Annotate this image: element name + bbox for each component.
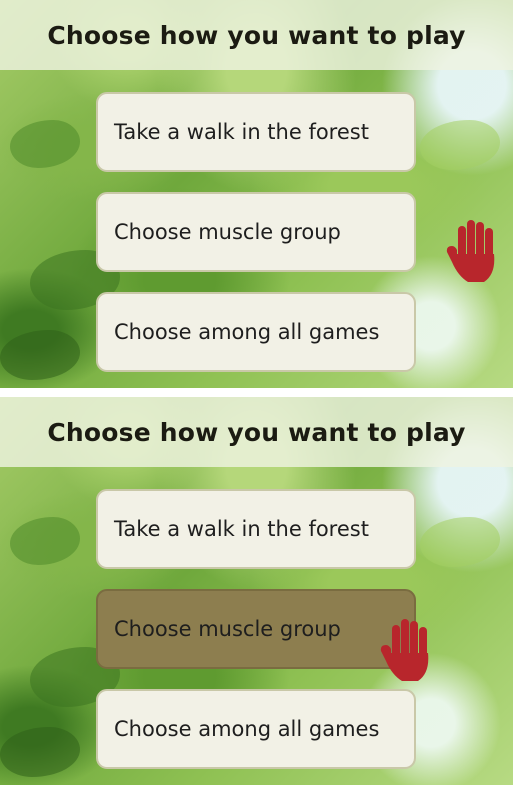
option-walk-in-forest[interactable]: Take a walk in the forest xyxy=(96,489,416,569)
menu-screen-hover: Choose how you want to play Take a walk … xyxy=(0,397,513,785)
hand-cursor-icon xyxy=(446,220,495,282)
forest-leaf xyxy=(420,517,500,567)
forest-leaf xyxy=(0,330,80,380)
forest-leaf xyxy=(0,727,80,777)
page-title: Choose how you want to play xyxy=(47,417,466,447)
option-choose-all-games[interactable]: Choose among all games xyxy=(96,689,416,769)
page-title: Choose how you want to play xyxy=(47,20,466,50)
hand-cursor-icon xyxy=(380,619,429,681)
forest-leaf xyxy=(420,120,500,170)
option-choose-muscle-group[interactable]: Choose muscle group xyxy=(96,589,416,669)
menu-screen-default: Choose how you want to play Take a walk … xyxy=(0,0,513,388)
title-bar: Choose how you want to play xyxy=(0,397,513,467)
option-choose-muscle-group[interactable]: Choose muscle group xyxy=(96,192,416,272)
forest-leaf xyxy=(10,120,80,168)
option-walk-in-forest[interactable]: Take a walk in the forest xyxy=(96,92,416,172)
option-choose-all-games[interactable]: Choose among all games xyxy=(96,292,416,372)
title-bar: Choose how you want to play xyxy=(0,0,513,70)
forest-leaf xyxy=(10,517,80,565)
